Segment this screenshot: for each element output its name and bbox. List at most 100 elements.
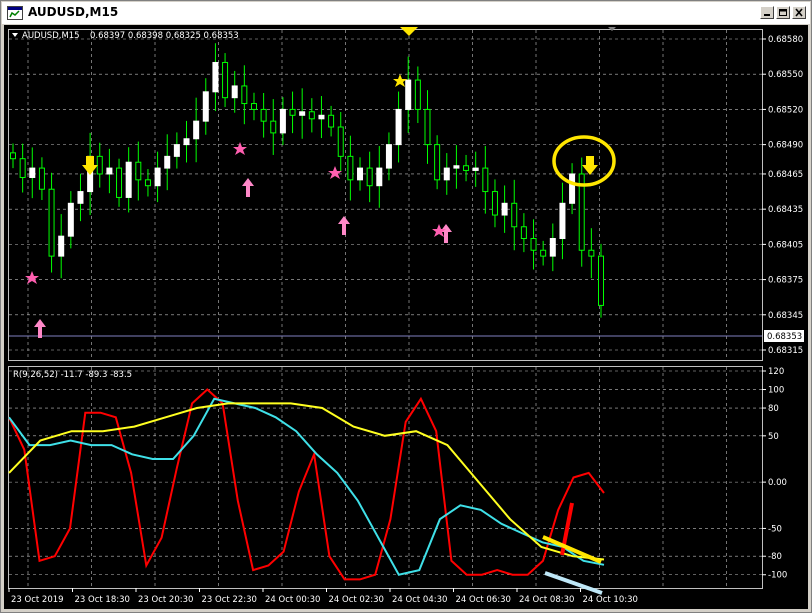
price-tick-label: 0.68435: [768, 205, 803, 215]
candle-body: [549, 238, 556, 257]
price-tick-label: 0.68405: [768, 240, 803, 250]
time-tick-label: 23 Oct 22:30: [202, 595, 257, 605]
candle-body: [77, 191, 84, 204]
candle-body: [540, 249, 547, 257]
candle-body: [385, 144, 392, 169]
annotation-line: [544, 571, 603, 595]
restore-icon: [779, 9, 787, 16]
candle-body: [318, 114, 325, 120]
up-arrow-icon: [34, 319, 46, 338]
indicator-tick-label: 50: [768, 432, 779, 442]
indicator-tick-label: 80: [768, 404, 779, 414]
price-tick-label: 0.68580: [768, 35, 803, 45]
candle-body: [135, 161, 142, 181]
indicator-series-line: [8, 397, 605, 576]
down-arrow-icon: [82, 156, 98, 175]
star-icon: [432, 224, 446, 237]
candle-body: [299, 111, 306, 116]
time-tick-label: 24 Oct 00:30: [265, 595, 320, 605]
candle-body: [154, 167, 161, 187]
candle-body: [19, 158, 26, 178]
indicator-tick-label: 120: [768, 367, 784, 377]
candle-body: [472, 167, 479, 171]
candle-body: [173, 144, 180, 157]
star-icon: [233, 142, 247, 155]
candle-body: [183, 138, 190, 146]
candle-body: [395, 108, 402, 146]
chart-canvas[interactable]: AUDUSD,M15 0.68397 0.68398 0.68325 0.683…: [4, 25, 808, 609]
indicator-tick-label: 0.00: [768, 478, 787, 488]
candle-body: [328, 114, 335, 128]
chart-window: AUDUSD,M15 AUDUSD,M15 0.68397 0.68398 0.…: [0, 0, 812, 613]
up-arrow-icon: [338, 216, 350, 235]
indicator-tick-label: -100: [768, 571, 787, 581]
time-axis: 23 Oct 2019 23 Oct 18:30 23 Oct 20:30 23 Oc…: [8, 588, 638, 605]
close-icon: [795, 8, 803, 17]
minimize-icon: [764, 14, 770, 16]
candle-body: [202, 91, 209, 122]
candle-body: [96, 155, 103, 175]
indicator-tick-label: 100: [768, 386, 784, 396]
candle-body: [598, 255, 604, 306]
chart-area[interactable]: AUDUSD,M15 0.68397 0.68398 0.68325 0.683…: [4, 25, 808, 609]
candle-body: [279, 108, 286, 134]
candlesticks: [10, 43, 604, 318]
candle-body: [67, 202, 74, 237]
up-arrow-icon: [242, 178, 254, 197]
price-tick-label: 0.68490: [768, 141, 803, 151]
title-bar[interactable]: AUDUSD,M15: [2, 2, 810, 24]
price-tick-label: 0.68345: [768, 311, 803, 321]
candle-body: [10, 152, 16, 160]
indicator-tick-label: -80: [768, 552, 782, 562]
candle-body: [453, 165, 460, 169]
candle-body: [491, 191, 498, 216]
candle-body: [443, 167, 450, 181]
candle-body: [434, 144, 441, 181]
indicator-label: R(9,26,52) -11.7 -89.3 -83.5: [13, 370, 132, 380]
candle-body: [414, 79, 421, 110]
chart-window-icon: [7, 6, 23, 20]
price-tick-label: 0.68375: [768, 276, 803, 286]
candle-body: [347, 155, 354, 181]
restore-button[interactable]: [776, 6, 790, 19]
minimize-button[interactable]: [760, 6, 774, 19]
close-button[interactable]: [792, 6, 806, 19]
candle-body: [241, 85, 248, 105]
indicator-lines: [8, 388, 605, 581]
candle-body: [530, 238, 537, 251]
indicator-axis: 120 100 80 50 0.00 -50 -80 -100: [762, 367, 787, 581]
candle-body: [366, 167, 373, 187]
candle-body: [48, 188, 55, 257]
trend-annotations: [542, 502, 603, 595]
price-axis: 0.68580 0.68550 0.68520 0.68490 0.68465 0.684…: [762, 35, 803, 356]
candle-body: [376, 167, 383, 187]
star-icon: [328, 166, 342, 179]
candle-body: [212, 61, 219, 93]
price-tick-label: 0.68315: [768, 346, 803, 356]
price-tick-label: 0.68520: [768, 105, 803, 115]
time-tick-label: 24 Oct 02:30: [329, 595, 384, 605]
candle-body: [58, 235, 65, 257]
candle-body: [38, 167, 45, 190]
candle-body: [222, 61, 229, 99]
candle-body: [337, 126, 344, 157]
down-arrow-icon: [582, 156, 598, 175]
time-tick-label: 23 Oct 2019: [11, 595, 64, 605]
time-tick-label: 23 Oct 20:30: [138, 595, 193, 605]
window-title: AUDUSD,M15: [28, 5, 119, 19]
candle-body: [231, 85, 238, 99]
candle-body: [482, 167, 489, 193]
time-tick-label: 24 Oct 06:30: [456, 595, 511, 605]
time-tick-label: 24 Oct 08:30: [519, 595, 574, 605]
candle-body: [569, 173, 576, 204]
candle-body: [164, 155, 171, 169]
candle-body: [260, 108, 267, 122]
candle-body: [106, 167, 113, 175]
star-icon: [25, 271, 39, 284]
chart-menu-icon[interactable]: [12, 33, 18, 37]
symbol-label: AUDUSD,M15: [22, 31, 80, 41]
time-tick-label: 24 Oct 04:30: [392, 595, 447, 605]
signal-markers: [25, 27, 616, 338]
candle-body: [308, 111, 315, 120]
candle-body: [424, 108, 431, 146]
